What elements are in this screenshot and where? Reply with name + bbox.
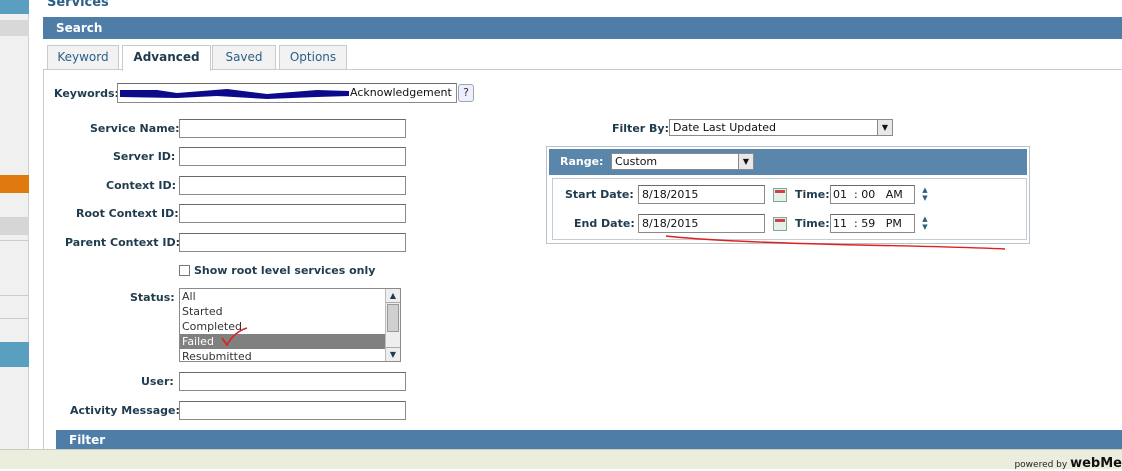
activity-message-input[interactable]	[179, 401, 406, 420]
end-time-spinner[interactable]: ▲ ▼	[921, 215, 929, 231]
sidebar-divider	[0, 240, 29, 241]
context-id-label: Context ID:	[106, 179, 176, 192]
range-select[interactable]: Custom ▼	[611, 153, 754, 170]
service-name-input[interactable]	[179, 119, 406, 138]
server-id-label: Server ID:	[113, 150, 176, 163]
end-time-label: Time:	[795, 217, 830, 230]
start-time-spinner[interactable]: ▲ ▼	[921, 186, 929, 202]
show-root-checkbox[interactable]	[179, 265, 190, 276]
status-label: Status:	[130, 291, 175, 304]
root-context-id-label: Root Context ID:	[76, 207, 179, 220]
service-name-label: Service Name:	[90, 122, 180, 135]
sidebar-item[interactable]	[0, 0, 29, 14]
filter-section-header[interactable]: Filter	[56, 430, 1122, 450]
show-root-label: Show root level services only	[194, 264, 376, 277]
tab-advanced[interactable]: Advanced	[122, 45, 211, 71]
calendar-icon[interactable]	[773, 188, 787, 202]
search-section-header: Search	[43, 17, 1122, 39]
red-underline-annotation	[665, 235, 1006, 250]
tab-options[interactable]: Options	[279, 45, 347, 70]
status-list-scrollbar[interactable]: ▲ ▼	[385, 289, 400, 361]
calendar-icon[interactable]	[773, 217, 787, 231]
start-time-minute: 00	[861, 188, 876, 201]
status-option-started[interactable]: Started	[180, 304, 385, 319]
keywords-value: Acknowledgement	[350, 86, 452, 99]
redaction-scribble	[120, 89, 349, 99]
range-label: Range:	[560, 155, 604, 168]
status-option-all[interactable]: All	[180, 289, 385, 304]
chevron-down-icon: ▼	[877, 120, 892, 135]
scroll-thumb[interactable]	[387, 304, 399, 332]
range-value: Custom	[615, 155, 658, 168]
left-sidebar	[0, 0, 29, 469]
page-title: Services	[47, 0, 109, 10]
sidebar-divider	[0, 295, 29, 296]
filter-by-label: Filter By:	[612, 122, 669, 135]
red-checkmark-annotation	[221, 327, 248, 347]
filter-by-select[interactable]: Date Last Updated ▼	[669, 119, 893, 136]
root-context-id-input[interactable]	[179, 204, 406, 223]
status-option-failed[interactable]: Failed	[180, 334, 385, 349]
start-time-input[interactable]: 01 : 00 AM	[830, 185, 915, 204]
end-time-ampm: PM	[885, 217, 902, 230]
scroll-down-arrow-icon[interactable]: ▼	[386, 347, 400, 361]
start-time-label: Time:	[795, 188, 830, 201]
keywords-label: Keywords:	[54, 87, 119, 100]
tab-keyword[interactable]: Keyword	[47, 45, 119, 70]
keywords-help-button[interactable]: ?	[458, 84, 474, 102]
start-time-ampm: AM	[885, 188, 903, 201]
activity-message-label: Activity Message:	[70, 404, 180, 417]
tab-saved[interactable]: Saved	[212, 45, 276, 70]
user-label: User:	[141, 375, 174, 388]
user-input[interactable]	[179, 372, 406, 391]
status-listbox[interactable]: All Started Completed Failed Resubmitted…	[179, 288, 401, 362]
footer	[0, 449, 1122, 469]
end-time-minute: 59	[861, 217, 876, 230]
status-option-resubmitted[interactable]: Resubmitted	[180, 349, 385, 361]
start-date-label: Start Date:	[565, 188, 634, 201]
sidebar-item[interactable]	[0, 342, 29, 367]
chevron-down-icon: ▼	[738, 154, 753, 169]
start-date-input[interactable]: 8/18/2015	[638, 185, 765, 204]
end-date-label: End Date:	[574, 217, 635, 230]
context-id-input[interactable]	[179, 176, 406, 195]
sidebar-item-active[interactable]	[0, 175, 29, 193]
scroll-up-arrow-icon[interactable]: ▲	[386, 289, 400, 303]
server-id-input[interactable]	[179, 147, 406, 166]
filter-by-value: Date Last Updated	[673, 121, 777, 134]
end-time-hour: 11	[833, 217, 847, 230]
end-date-input[interactable]: 8/18/2015	[638, 214, 765, 233]
sidebar-item[interactable]	[0, 217, 29, 235]
parent-context-id-label: Parent Context ID:	[65, 236, 180, 249]
status-option-completed[interactable]: Completed	[180, 319, 385, 334]
parent-context-id-input[interactable]	[179, 233, 406, 252]
end-time-input[interactable]: 11 : 59 PM	[830, 214, 915, 233]
sidebar-item[interactable]	[0, 20, 29, 36]
start-time-hour: 01	[833, 188, 847, 201]
sidebar-divider	[0, 318, 29, 319]
